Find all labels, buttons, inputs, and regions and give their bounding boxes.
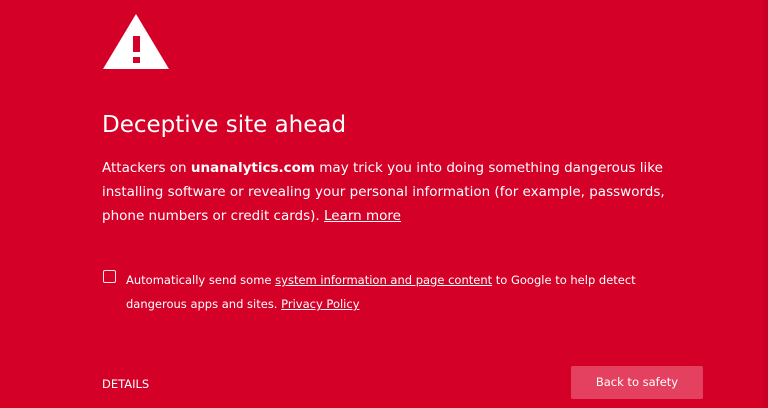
reporting-checkbox[interactable] (103, 270, 116, 283)
interstitial-page: Deceptive site ahead Attackers on unanal… (0, 0, 768, 408)
warning-message: Attackers on unanalytics.com may trick y… (102, 156, 692, 228)
reporting-prefix: Automatically send some (126, 273, 276, 287)
warning-message-prefix: Attackers on (102, 160, 191, 176)
details-button[interactable]: DETAILS (102, 376, 149, 392)
reporting-description: Automatically send some system informati… (126, 268, 686, 316)
back-to-safety-button[interactable]: Back to safety (571, 366, 703, 399)
warning-domain: unanalytics.com (190, 160, 315, 176)
page-title: Deceptive site ahead (102, 112, 347, 138)
page-edge-strip (763, 0, 768, 408)
warning-icon (103, 14, 169, 69)
learn-more-link[interactable]: Learn more (324, 208, 401, 224)
system-information-link[interactable]: system information and page content (275, 273, 492, 287)
privacy-policy-link[interactable]: Privacy Policy (281, 297, 359, 311)
